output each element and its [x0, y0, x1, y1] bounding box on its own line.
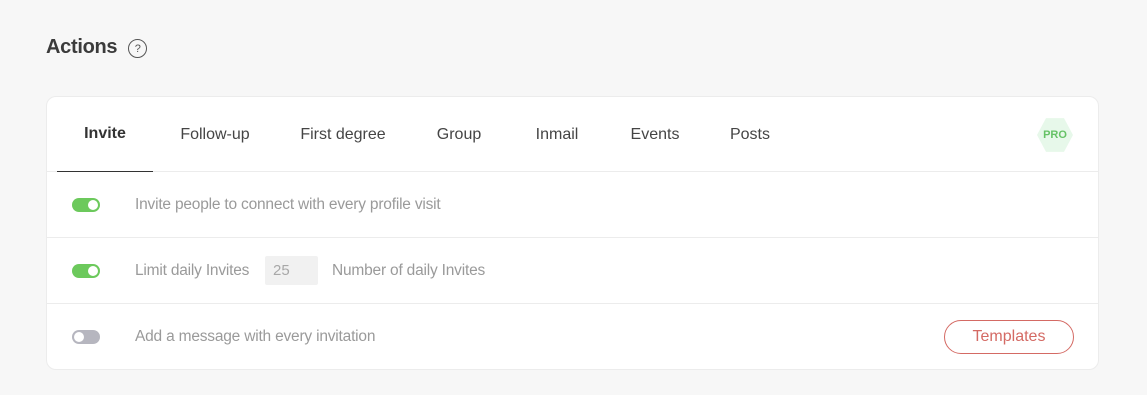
setting-row-add-message: Add a message with every invitation Temp…	[47, 304, 1098, 369]
tab-invite[interactable]: Invite	[57, 97, 153, 172]
daily-invites-suffix-label: Number of daily Invites	[332, 261, 486, 279]
setting-row-invite-visit: Invite people to connect with every prof…	[47, 172, 1098, 238]
tab-first-degree[interactable]: First degree	[290, 97, 396, 172]
limit-daily-label: Limit daily Invites	[135, 261, 250, 279]
tab-inmail[interactable]: Inmail	[522, 97, 592, 172]
tab-bar: Invite Follow-up First degree Group Inma…	[47, 97, 1098, 172]
toggle-knob	[88, 199, 98, 210]
add-message-toggle[interactable]	[72, 330, 100, 344]
toggle-knob	[88, 265, 98, 276]
toggle-knob	[74, 332, 84, 342]
help-icon[interactable]: ?	[128, 39, 148, 58]
pro-badge: PRO	[1037, 118, 1073, 152]
invite-visit-toggle[interactable]	[72, 197, 100, 212]
add-message-label: Add a message with every invitation	[135, 328, 376, 345]
templates-button[interactable]: Templates	[944, 320, 1074, 354]
actions-card: Invite Follow-up First degree Group Inma…	[46, 96, 1099, 370]
setting-row-limit-daily: Limit daily Invites Number of daily Invi…	[47, 238, 1098, 304]
tab-follow-up[interactable]: Follow-up	[169, 97, 261, 172]
limit-daily-toggle[interactable]	[72, 263, 100, 278]
invite-visit-label: Invite people to connect with every prof…	[135, 195, 441, 213]
daily-invites-input[interactable]	[265, 256, 318, 285]
section-header: Actions ?	[46, 34, 148, 60]
tab-group[interactable]: Group	[424, 97, 494, 172]
tab-events[interactable]: Events	[620, 97, 690, 172]
section-title: Actions	[46, 35, 118, 58]
tab-posts[interactable]: Posts	[718, 97, 782, 172]
